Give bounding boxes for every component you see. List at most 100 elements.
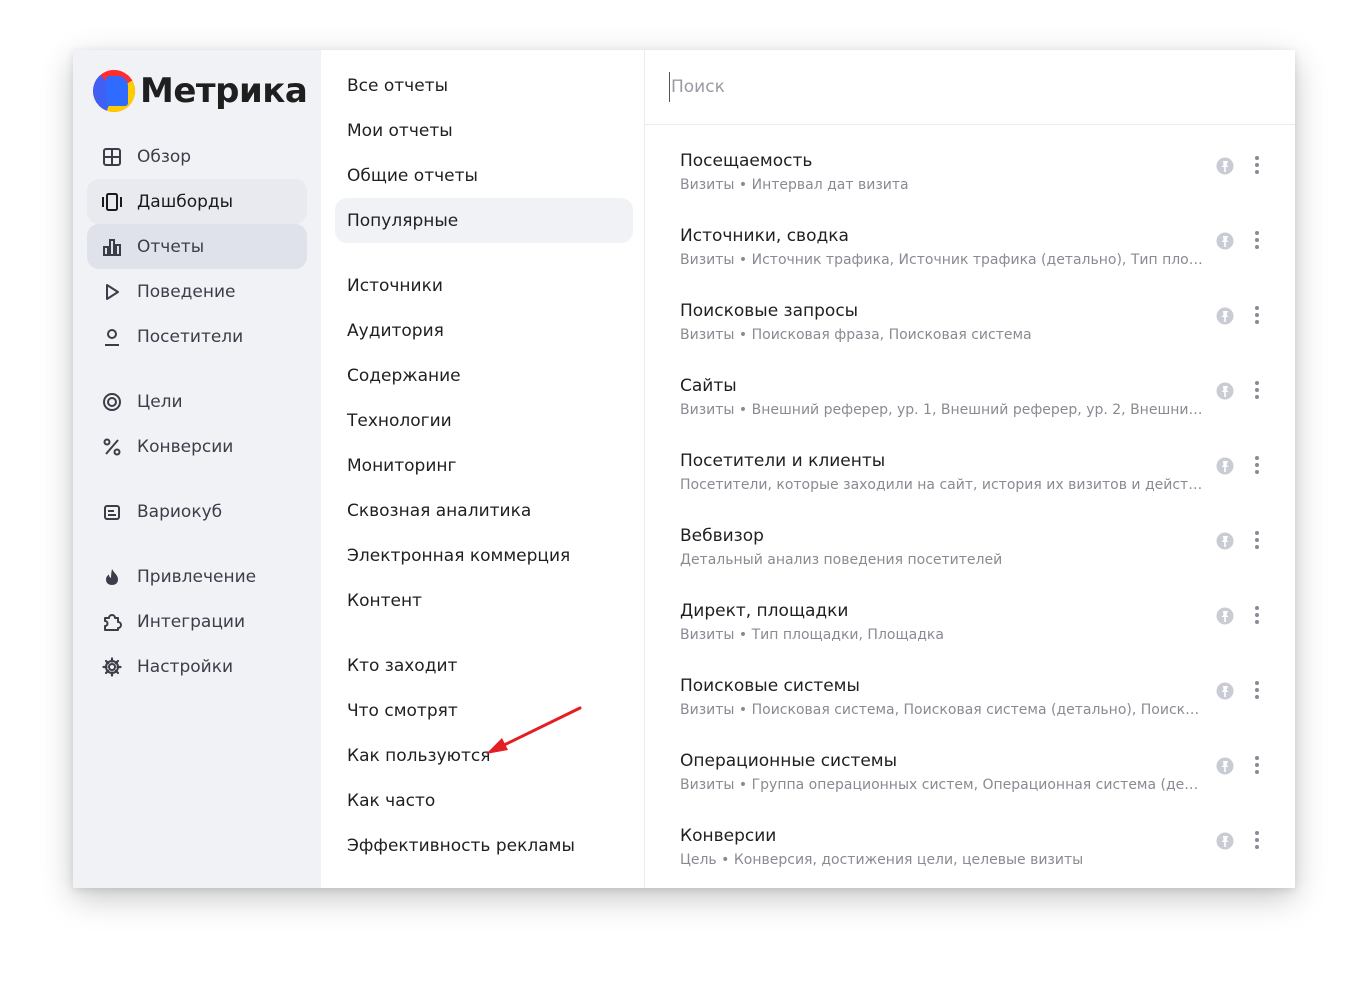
pin-icon[interactable]: [1215, 381, 1235, 401]
more-vertical-icon[interactable]: [1249, 379, 1265, 401]
report-row[interactable]: Директ, площадки Визиты • Тип площадки, …: [645, 575, 1295, 650]
gear-icon: [101, 656, 123, 678]
sidebar-item-label: Поведение: [137, 281, 236, 302]
report-title[interactable]: Источники, сводка: [680, 226, 849, 246]
category-end-to-end-analytics[interactable]: Сквозная аналитика: [335, 488, 633, 533]
sidebar-item-conversions[interactable]: Конверсии: [87, 424, 307, 469]
category-what-they-watch[interactable]: Что смотрят: [335, 688, 633, 733]
report-subtitle: Визиты • Источник трафика, Источник траф…: [680, 252, 1205, 268]
category-audience[interactable]: Аудитория: [335, 308, 633, 353]
report-row[interactable]: Поисковые запросы Визиты • Поисковая фра…: [645, 275, 1295, 350]
more-vertical-icon[interactable]: [1249, 454, 1265, 476]
more-vertical-icon[interactable]: [1249, 304, 1265, 326]
sidebar-item-goals[interactable]: Цели: [87, 379, 307, 424]
category-sources[interactable]: Источники: [335, 263, 633, 308]
report-title[interactable]: Операционные системы: [680, 751, 897, 771]
category-content-pages[interactable]: Содержание: [335, 353, 633, 398]
report-title[interactable]: Вебвизор: [680, 526, 764, 546]
nav-gap: [87, 534, 307, 554]
sidebar-item-integrations[interactable]: Интеграции: [87, 599, 307, 644]
sidebar-item-settings[interactable]: Настройки: [87, 644, 307, 689]
pin-icon[interactable]: [1215, 681, 1235, 701]
sidebar-item-variocube[interactable]: Вариокуб: [87, 489, 307, 534]
report-row[interactable]: Поисковые системы Визиты • Поисковая сис…: [645, 650, 1295, 725]
report-row[interactable]: Операционные системы Визиты • Группа опе…: [645, 725, 1295, 800]
bar-chart-icon: [101, 236, 123, 258]
search-input[interactable]: [669, 72, 1169, 102]
reports-panel: Посещаемость Визиты • Интервал дат визит…: [645, 50, 1295, 888]
report-title[interactable]: Посещаемость: [680, 151, 812, 171]
sidebar-item-visitors[interactable]: Посетители: [87, 314, 307, 359]
report-list: Посещаемость Визиты • Интервал дат визит…: [645, 125, 1295, 875]
sidebar-item-label: Вариокуб: [137, 501, 223, 522]
category-list: Все отчеты Мои отчеты Общие отчеты Попул…: [335, 63, 633, 868]
sidebar-item-overview[interactable]: Обзор: [87, 134, 307, 179]
sidebar-nav: Обзор Дашборды Отчеты Поведение Посетите…: [87, 134, 307, 689]
more-vertical-icon[interactable]: [1249, 829, 1265, 851]
more-vertical-icon[interactable]: [1249, 604, 1265, 626]
user-icon: [101, 326, 123, 348]
report-title[interactable]: Посетители и клиенты: [680, 451, 885, 471]
category-ad-effectiveness[interactable]: Эффективность рекламы: [335, 823, 633, 868]
report-title[interactable]: Директ, площадки: [680, 601, 848, 621]
category-gap: [335, 243, 633, 263]
category-how-they-use[interactable]: Как пользуются: [335, 733, 633, 778]
grid-icon: [101, 146, 123, 168]
sidebar: Метрика Обзор Дашборды Отчеты Поведение …: [73, 50, 321, 888]
report-subtitle: Визиты • Интервал дат визита: [680, 177, 909, 193]
more-vertical-icon[interactable]: [1249, 229, 1265, 251]
sidebar-item-dashboards[interactable]: Дашборды: [87, 179, 307, 224]
dashboard-icon: [101, 191, 123, 213]
report-row[interactable]: Источники, сводка Визиты • Источник траф…: [645, 200, 1295, 275]
report-row[interactable]: Посетители и клиенты Посетители, которые…: [645, 425, 1295, 500]
nav-gap: [87, 359, 307, 379]
percent-icon: [101, 436, 123, 458]
category-all-reports[interactable]: Все отчеты: [335, 63, 633, 108]
pin-icon[interactable]: [1215, 831, 1235, 851]
sidebar-item-label: Цели: [137, 391, 183, 412]
report-subtitle: Визиты • Поисковая система, Поисковая си…: [680, 702, 1205, 718]
category-how-often[interactable]: Как часто: [335, 778, 633, 823]
report-subtitle: Посетители, которые заходили на сайт, ис…: [680, 477, 1205, 493]
report-subtitle: Детальный анализ поведения посетителей: [680, 552, 1003, 568]
play-icon: [101, 281, 123, 303]
report-subtitle: Визиты • Поисковая фраза, Поисковая сист…: [680, 327, 1032, 343]
sidebar-item-acquisition[interactable]: Привлечение: [87, 554, 307, 599]
report-row[interactable]: Вебвизор Детальный анализ поведения посе…: [645, 500, 1295, 575]
category-shared-reports[interactable]: Общие отчеты: [335, 153, 633, 198]
sidebar-item-reports[interactable]: Отчеты: [87, 224, 307, 269]
category-technologies[interactable]: Технологии: [335, 398, 633, 443]
pin-icon[interactable]: [1215, 756, 1235, 776]
category-monitoring[interactable]: Мониторинг: [335, 443, 633, 488]
pin-icon[interactable]: [1215, 606, 1235, 626]
category-my-reports[interactable]: Мои отчеты: [335, 108, 633, 153]
more-vertical-icon[interactable]: [1249, 679, 1265, 701]
report-title[interactable]: Сайты: [680, 376, 737, 396]
pin-icon[interactable]: [1215, 531, 1235, 551]
sidebar-item-label: Конверсии: [137, 436, 234, 457]
report-title[interactable]: Поисковые системы: [680, 676, 860, 696]
report-title[interactable]: Конверсии: [680, 826, 776, 846]
pin-icon[interactable]: [1215, 156, 1235, 176]
pin-icon[interactable]: [1215, 231, 1235, 251]
flame-icon: [101, 566, 123, 588]
category-popular[interactable]: Популярные: [335, 198, 633, 243]
report-row[interactable]: Сайты Визиты • Внешний реферер, ур. 1, В…: [645, 350, 1295, 425]
more-vertical-icon[interactable]: [1249, 154, 1265, 176]
category-who-visits[interactable]: Кто заходит: [335, 643, 633, 688]
sidebar-item-behavior[interactable]: Поведение: [87, 269, 307, 314]
more-vertical-icon[interactable]: [1249, 529, 1265, 551]
report-title[interactable]: Поисковые запросы: [680, 301, 858, 321]
more-vertical-icon[interactable]: [1249, 754, 1265, 776]
pin-icon[interactable]: [1215, 306, 1235, 326]
report-row[interactable]: Конверсии Цель • Конверсия, достижения ц…: [645, 800, 1295, 875]
category-ecommerce[interactable]: Электронная коммерция: [335, 533, 633, 578]
report-subtitle: Визиты • Внешний реферер, ур. 1, Внешний…: [680, 402, 1205, 418]
sidebar-item-label: Интеграции: [137, 611, 246, 632]
pin-icon[interactable]: [1215, 456, 1235, 476]
app-window: Метрика Обзор Дашборды Отчеты Поведение …: [73, 50, 1295, 888]
category-content[interactable]: Контент: [335, 578, 633, 623]
report-row[interactable]: Посещаемость Визиты • Интервал дат визит…: [645, 125, 1295, 200]
metrika-logo-icon: [93, 70, 135, 112]
logo[interactable]: Метрика: [93, 70, 308, 112]
